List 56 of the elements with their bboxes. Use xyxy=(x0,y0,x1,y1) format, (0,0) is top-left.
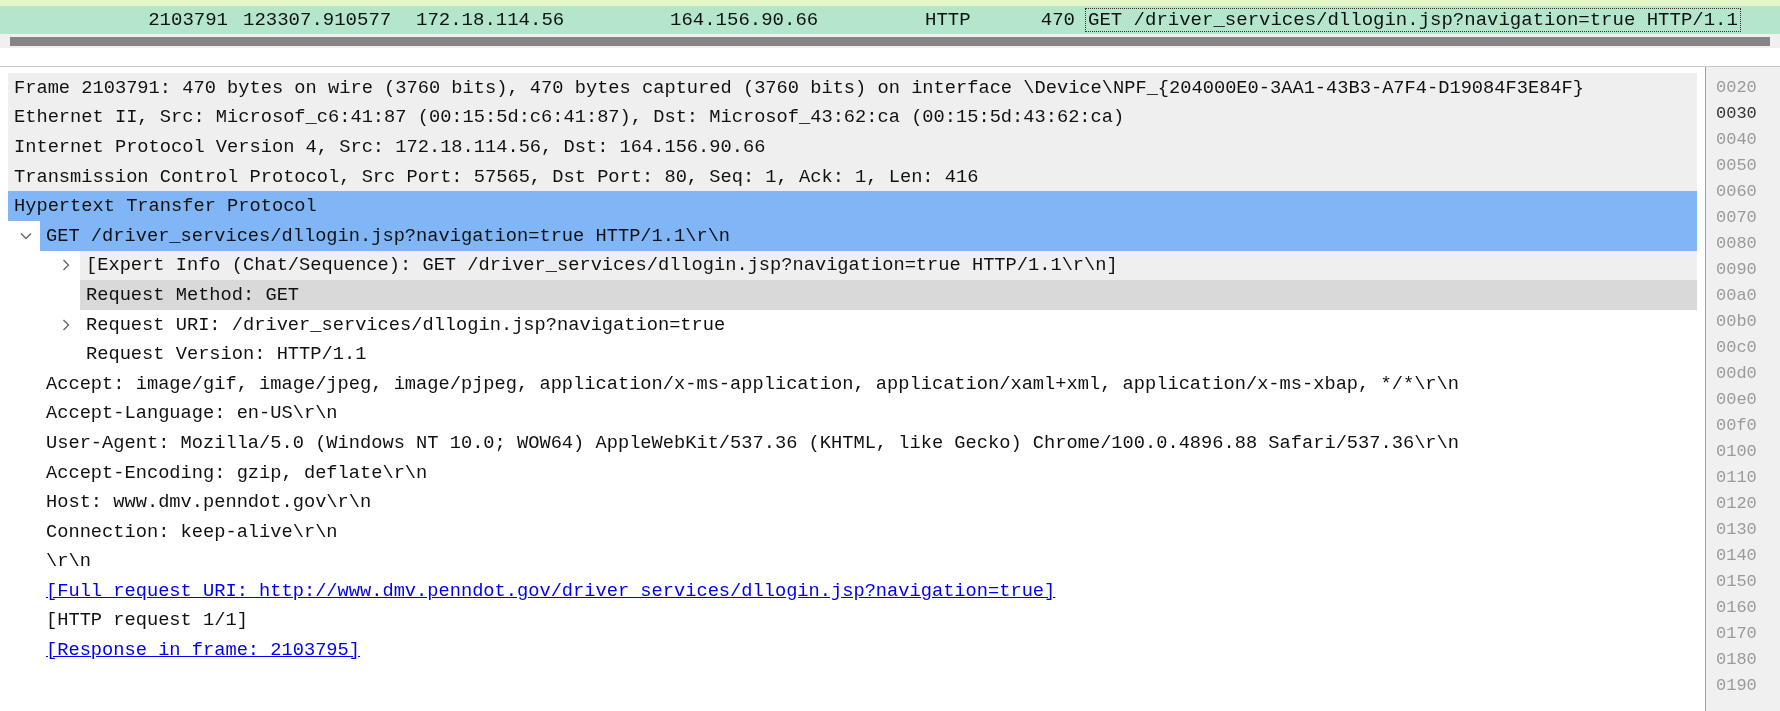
byte-offset: 00f0 xyxy=(1716,415,1758,437)
packet-length: 470 xyxy=(1039,9,1075,31)
packet-destination: 164.156.90.66 xyxy=(670,9,820,31)
byte-offset: 0110 xyxy=(1716,467,1758,489)
horizontal-scrollbar[interactable] xyxy=(0,34,1780,48)
packet-protocol: HTTP xyxy=(925,9,972,31)
byte-offset: 0130 xyxy=(1716,519,1758,541)
tree-item[interactable]: Accept-Language: en-US\r\n xyxy=(40,398,1697,429)
byte-offset: 0050 xyxy=(1716,155,1758,177)
byte-offset: 0140 xyxy=(1716,545,1758,567)
byte-offset: 0180 xyxy=(1716,649,1758,671)
tree-item[interactable]: Transmission Control Protocol, Src Port: 57565, Dst Port: 80, Seq: 1, Ack: 1, Len: 416 xyxy=(8,161,1697,192)
byte-offset: 0030 xyxy=(1716,103,1758,125)
tree-item[interactable]: Accept-Encoding: gzip, deflate\r\n xyxy=(40,457,1697,488)
byte-offset: 0060 xyxy=(1716,181,1758,203)
tree-item[interactable]: User-Agent: Mozilla/5.0 (Windows NT 10.0; WOW64) AppleWebKit/537.36 (KHTML, like Gecko) Chrome/100.0.4896.88 Safari/537.36\r\n xyxy=(40,428,1697,458)
tree-item[interactable]: Internet Protocol Version 4, Src: 172.18.114.56, Dst: 164.156.90.66 xyxy=(8,132,1697,162)
byte-offset: 0020 xyxy=(1716,77,1758,99)
byte-offset: 0190 xyxy=(1716,675,1758,697)
tree-item[interactable]: Request Method: GET xyxy=(80,280,1697,310)
byte-offset: 00d0 xyxy=(1716,363,1758,385)
tree-item[interactable]: [HTTP request 1/1] xyxy=(40,605,1697,636)
byte-offset: 0040 xyxy=(1716,129,1758,151)
byte-offset: 0100 xyxy=(1716,441,1758,463)
chevron-right-icon[interactable] xyxy=(60,259,72,272)
byte-offset: 00e0 xyxy=(1716,389,1758,411)
byte-offset: 00b0 xyxy=(1716,311,1758,333)
tree-item[interactable]: Connection: keep-alive\r\n xyxy=(40,516,1697,547)
byte-offset: 0150 xyxy=(1716,571,1758,593)
tree-item[interactable]: Accept: image/gif, image/jpeg, image/pjpeg, application/x-ms-application, application/xaml+xml, application/x-ms-xbap, */*\r\n xyxy=(40,368,1697,399)
tree-link[interactable]: [Response in frame: 2103795] xyxy=(40,635,1697,665)
tree-item[interactable]: GET /driver_services/dllogin.jsp?navigation=true HTTP/1.1\r\n xyxy=(40,220,1697,251)
byte-offset: 00c0 xyxy=(1716,337,1758,359)
tree-item[interactable]: Request Version: HTTP/1.1 xyxy=(80,339,1697,369)
byte-offset: 0160 xyxy=(1716,597,1758,619)
tree-item[interactable]: Host: www.dmv.penndot.gov\r\n xyxy=(40,487,1697,517)
tree-item[interactable]: Request URI: /driver_services/dllogin.jsp?navigation=true xyxy=(80,309,1697,340)
tree-item[interactable]: [Expert Info (Chat/Sequence): GET /driver_services/dllogin.jsp?navigation=true HTTP/1.1\r\n] xyxy=(80,250,1697,281)
scrollbar-thumb[interactable] xyxy=(10,36,1770,46)
tree-item[interactable]: \r\n xyxy=(40,546,1697,577)
byte-offset: 0090 xyxy=(1716,259,1758,281)
byte-offset: 0070 xyxy=(1716,207,1758,229)
packet-info: GET /driver_services/dllogin.jsp?navigation=true HTTP/1.1 xyxy=(1085,8,1741,32)
tree-item[interactable]: Ethernet II, Src: Microsof_c6:41:87 (00:15:5d:c6:41:87), Dst: Microsof_43:62:ca (00:15:5d:43:62:ca) xyxy=(8,102,1697,133)
chevron-right-icon[interactable] xyxy=(60,318,72,331)
byte-offset: 0080 xyxy=(1716,233,1758,255)
tree-link[interactable]: [Full request URI: http://www.dmv.penndot.gov/driver_services/dllogin.jsp?navigation=true] xyxy=(40,576,1697,606)
packet-row[interactable]: 2103791 123307.910577 172.18.114.56 164.156.90.66 HTTP 470 GET /driver_services/dllogin.jsp?navigation=true HTTP/1.1 xyxy=(0,6,1780,34)
byte-offset: 0170 xyxy=(1716,623,1758,645)
packet-source: 172.18.114.56 xyxy=(416,9,566,31)
tree-item[interactable]: Frame 2103791: 470 bytes on wire (3760 bits), 470 bytes captured (3760 bits) on interface \Device\NPF_{204000E0-3AA1-43B3-A7F4-D19084F3E84F} xyxy=(8,73,1697,103)
packet-number: 2103791 xyxy=(147,9,228,31)
packet-time: 123307.910577 xyxy=(242,9,393,31)
byte-offset: 00a0 xyxy=(1716,285,1758,307)
tree-item[interactable]: Hypertext Transfer Protocol xyxy=(8,191,1697,221)
byte-offset: 0120 xyxy=(1716,493,1758,515)
